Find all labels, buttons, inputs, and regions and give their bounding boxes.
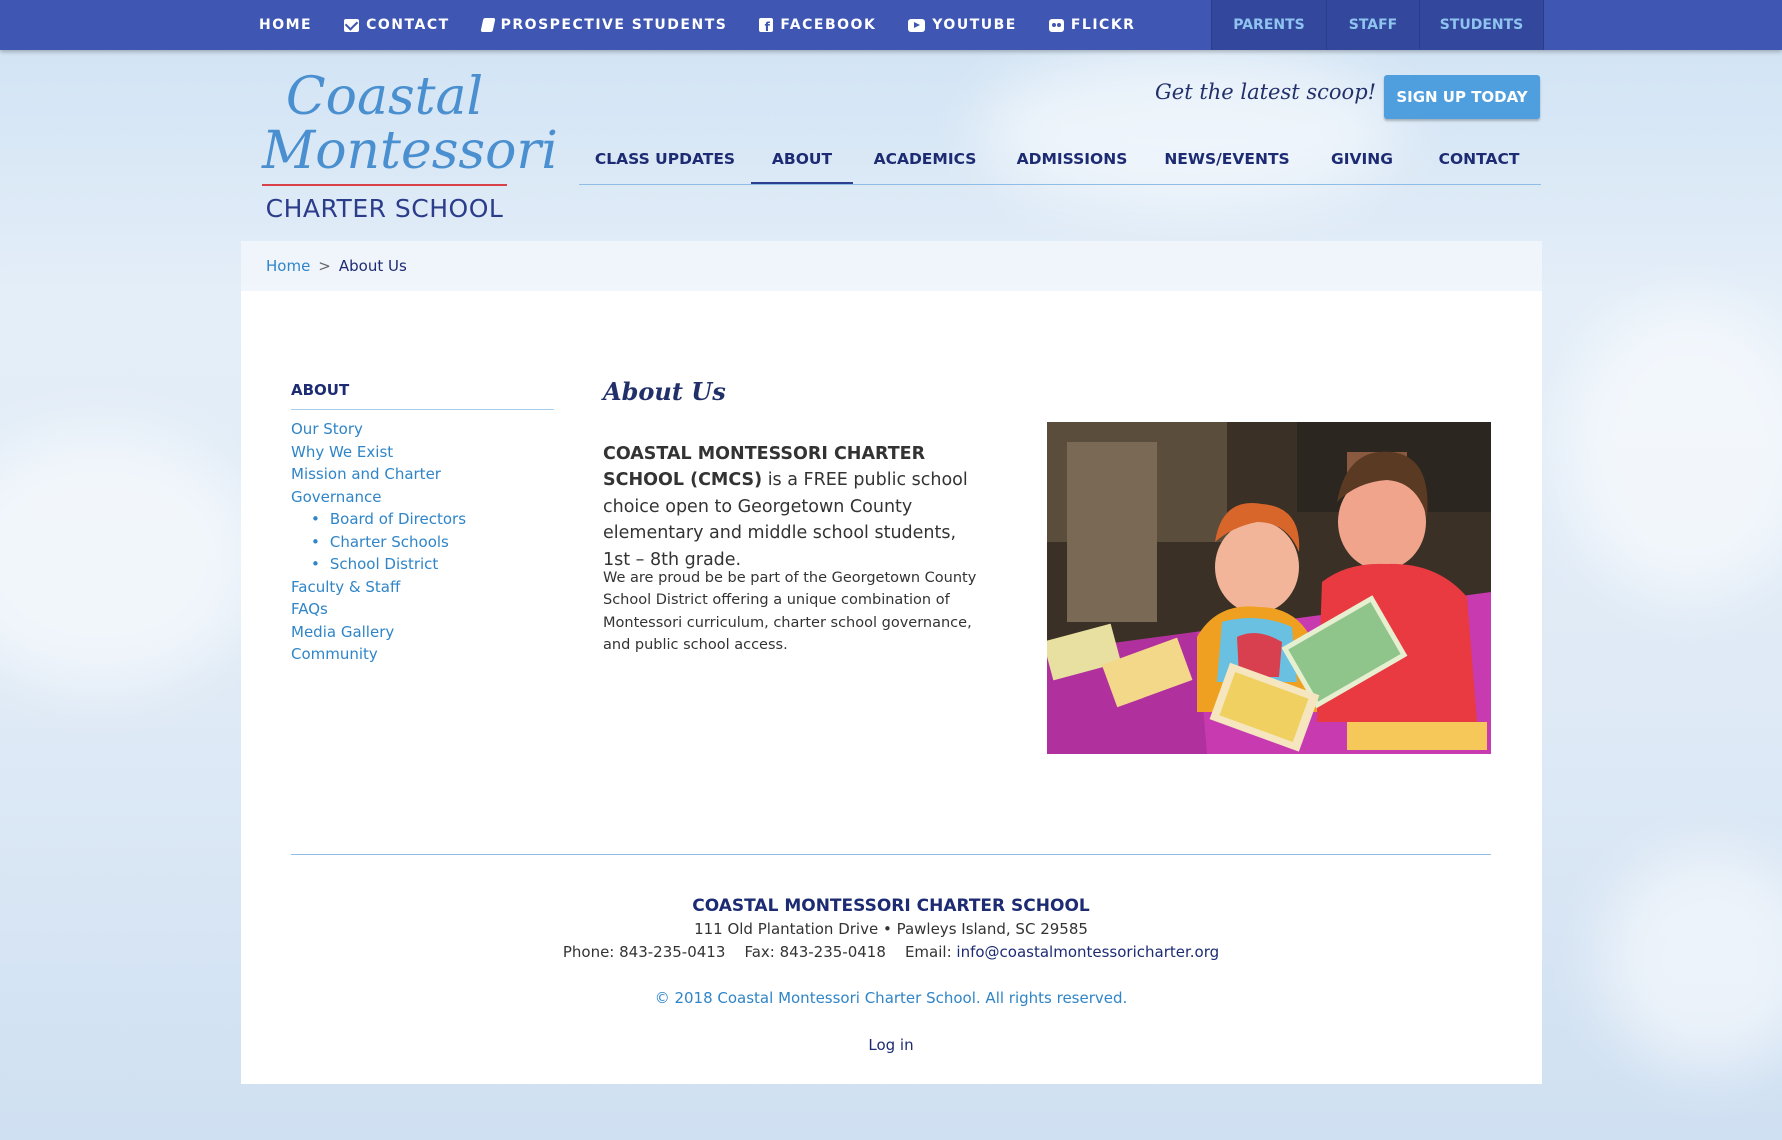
- utility-nav: HOME CONTACT PROSPECTIVE STUDENTS FACEBO…: [259, 0, 1135, 50]
- sidebar-subitem: Board of Directors: [311, 508, 554, 531]
- footer-copyright: © 2018 Coastal Montessori Charter School…: [654, 989, 1128, 1007]
- nav-contact-link[interactable]: CONTACT: [344, 17, 450, 33]
- footer-divider: [291, 854, 1491, 855]
- audience-nav: PARENTS STAFF STUDENTS: [1211, 0, 1544, 50]
- sidebar-item-charter-schools[interactable]: Charter Schools: [330, 533, 449, 551]
- nav-home-link[interactable]: HOME: [259, 17, 312, 33]
- sidebar-item-governance[interactable]: Governance: [291, 488, 382, 506]
- logo-line-montessori: Montessori: [262, 121, 558, 181]
- sidebar-item-faqs[interactable]: FAQs: [291, 600, 328, 618]
- sidebar-item: Our Story: [291, 418, 554, 441]
- sidebar-item-community[interactable]: Community: [291, 645, 378, 663]
- sidebar-item: Media Gallery: [291, 621, 554, 644]
- top-bar: HOME CONTACT PROSPECTIVE STUDENTS FACEBO…: [0, 0, 1782, 50]
- footer-address: 111 Old Plantation Drive • Pawleys Islan…: [694, 920, 1088, 938]
- nav-facebook-link[interactable]: FACEBOOK: [759, 17, 877, 34]
- background-cloud: [1560, 300, 1782, 600]
- nav-youtube-link[interactable]: YOUTUBE: [908, 17, 1017, 33]
- sidebar-item-why-we-exist[interactable]: Why We Exist: [291, 443, 393, 461]
- sidebar-item-board[interactable]: Board of Directors: [330, 510, 466, 528]
- nav-home-label: HOME: [259, 17, 313, 33]
- nav-flickr-link[interactable]: FLICKR: [1048, 17, 1136, 33]
- nav-prospective-link[interactable]: PROSPECTIVE STUDENTS: [480, 17, 728, 33]
- nav-giving[interactable]: GIVING: [1307, 140, 1417, 182]
- nav-contact[interactable]: CONTACT: [1417, 140, 1541, 182]
- nav-about[interactable]: ABOUT: [751, 140, 853, 184]
- nav-class-updates[interactable]: CLASS UPDATES: [579, 140, 751, 182]
- flickr-icon: [1048, 18, 1064, 32]
- photo-illustration: [1047, 422, 1491, 754]
- sign-up-button[interactable]: SIGN UP TODAY: [1384, 75, 1540, 119]
- login-link[interactable]: Log in: [868, 1034, 913, 1057]
- background-cloud: [1600, 850, 1782, 1070]
- sidebar-item: Mission and Charter: [291, 463, 554, 486]
- background-cloud: [980, 50, 1400, 210]
- footer-email-label: Email:: [904, 942, 952, 961]
- footer-fax: Fax: 843-235-0418: [744, 942, 886, 961]
- main-nav: CLASS UPDATES ABOUT ACADEMICS ADMISSIONS…: [579, 140, 1541, 185]
- school-logo[interactable]: Coastal Montessori CHARTER SCHOOL: [262, 67, 558, 223]
- sidebar-item: FAQs: [291, 598, 554, 621]
- nav-prospective-label: PROSPECTIVE STUDENTS: [500, 17, 728, 33]
- breadcrumb-separator: >: [318, 257, 331, 275]
- nav-news-events[interactable]: NEWS/EVENTS: [1147, 140, 1307, 182]
- sidebar-sublist: Board of Directors Charter Schools Schoo…: [291, 508, 554, 576]
- youtube-icon: [908, 18, 926, 32]
- breadcrumb: Home > About Us: [241, 241, 1542, 291]
- logo-line-coastal: Coastal: [285, 67, 484, 127]
- footer-contact-line: Phone: 843-235-0413 Fax: 843-235-0418 Em…: [291, 941, 1491, 964]
- sidebar-item: Community: [291, 643, 554, 666]
- footer-phone: Phone: 843-235-0413: [562, 942, 726, 961]
- sidebar-item: Governance Board of Directors Charter Sc…: [291, 486, 554, 576]
- breadcrumb-current: About Us: [338, 257, 407, 275]
- students-reading-photo: [1047, 422, 1491, 754]
- sidebar-item: Faculty & Staff: [291, 576, 554, 599]
- sidebar-item-faculty[interactable]: Faculty & Staff: [291, 578, 400, 596]
- sidebar-item: Why We Exist: [291, 441, 554, 464]
- sidebar-subitem: Charter Schools: [311, 531, 554, 554]
- sidebar-nav: ABOUT Our Story Why We Exist Mission and…: [291, 381, 554, 666]
- footer-school-name: COASTAL MONTESSORI CHARTER SCHOOL: [692, 896, 1090, 916]
- nav-academics[interactable]: ACADEMICS: [853, 140, 997, 182]
- background-cloud: [0, 430, 260, 690]
- sidebar-item-our-story[interactable]: Our Story: [291, 420, 363, 438]
- sidebar-subitem: School District: [311, 553, 554, 576]
- site-footer: COASTAL MONTESSORI CHARTER SCHOOL 111 Ol…: [291, 894, 1491, 1056]
- intro-paragraph: COASTAL MONTESSORI CHARTER SCHOOL (CMCS)…: [603, 441, 983, 574]
- body-paragraph: We are proud be be part of the Georgetow…: [603, 569, 977, 654]
- sidebar-item-school-district[interactable]: School District: [330, 555, 438, 573]
- content-panel: ABOUT Our Story Why We Exist Mission and…: [241, 291, 1542, 1084]
- sidebar-list: Our Story Why We Exist Mission and Chart…: [291, 418, 554, 666]
- sidebar-item-mission[interactable]: Mission and Charter: [291, 465, 441, 483]
- nav-flickr-label: FLICKR: [1070, 17, 1136, 33]
- logo-divider: [262, 184, 507, 186]
- page-title: About Us: [603, 377, 726, 407]
- nav-facebook-label: FACEBOOK: [780, 17, 877, 33]
- facebook-icon: [759, 18, 774, 34]
- logo-line-charter: CHARTER SCHOOL: [265, 194, 504, 223]
- book-icon: [480, 18, 496, 32]
- newsletter-tagline: Get the latest scoop!: [1155, 80, 1377, 104]
- audience-students-link[interactable]: STUDENTS: [1419, 0, 1544, 50]
- sidebar-title: ABOUT: [291, 381, 554, 410]
- audience-staff-link[interactable]: STAFF: [1326, 0, 1419, 50]
- footer-email-link[interactable]: info@coastalmontessoricharter.org: [956, 943, 1219, 961]
- envelope-icon: [344, 18, 360, 32]
- nav-admissions[interactable]: ADMISSIONS: [997, 140, 1147, 182]
- nav-contact-label: CONTACT: [366, 17, 450, 33]
- breadcrumb-home-link[interactable]: Home: [266, 257, 310, 275]
- audience-parents-link[interactable]: PARENTS: [1211, 0, 1326, 50]
- sidebar-item-media[interactable]: Media Gallery: [291, 623, 394, 641]
- nav-youtube-label: YOUTUBE: [932, 17, 1017, 33]
